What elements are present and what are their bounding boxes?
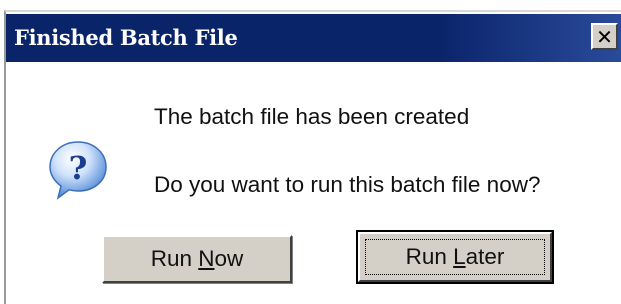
run-now-button[interactable]: Run Now [102,235,292,283]
message-line-1: The batch file has been created [154,104,470,129]
dialog-body: ? The batch file has been created Do you… [6,62,621,304]
dialog-window: Finished Batch File ✕ ? The batch file h… [4,10,621,304]
run-later-button[interactable]: Run Later [356,230,554,284]
message-line-2: Do you want to run this batch file now? [154,172,541,197]
svg-text:?: ? [69,149,88,187]
window-title: Finished Batch File [14,25,238,50]
question-icon: ? [49,141,107,200]
run-now-label: Run Now [150,246,244,271]
focus-rectangle [365,239,545,275]
close-icon: ✕ [596,24,613,49]
title-bar[interactable]: Finished Batch File ✕ [6,14,621,62]
close-button[interactable]: ✕ [591,23,618,50]
